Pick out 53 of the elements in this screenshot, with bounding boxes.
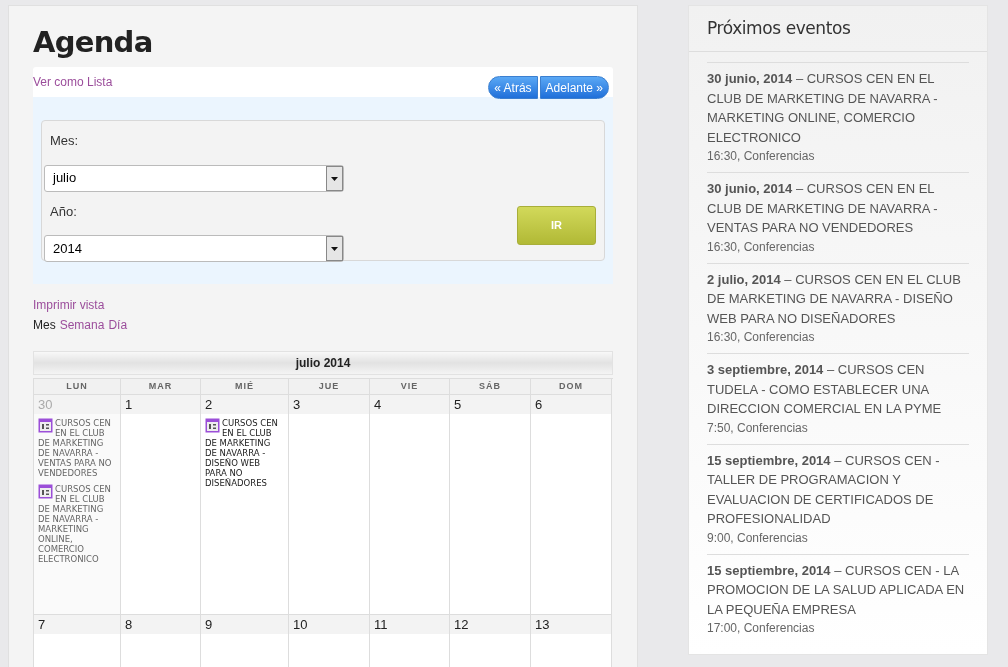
day-number: 12 [450,615,530,634]
event-meta: 17:00, Conferencias [707,620,816,637]
weekday-header: DOM [531,379,612,395]
calendar-event[interactable]: CURSOS CEN EN EL CLUB DE MARKETING DE NAVARRA - DISEÑO WEB PARA NO DISEÑADORES [205,418,284,488]
day-number: 2 [201,395,288,414]
calendar-icon [205,418,220,433]
sidebar-title: Próximos eventos [707,16,851,40]
weekday-header: JUE [289,379,370,395]
day-number: 3 [289,395,369,414]
weekday-header: SÁB [450,379,531,395]
event-meta: 16:30, Conferencias [707,329,816,346]
event-meta: 16:30, Conferencias [707,238,816,256]
day-number: 4 [370,395,449,414]
calendar-title: julio 2014 [295,355,351,372]
event-title[interactable]: 15 septiembre, 2014 – CURSOS CEN - LA PROMOCION DE LA SALUD APLICADA EN LA PEQUEÑA EMPRESA [707,560,969,619]
calendar-icon [38,418,53,433]
list-view-link[interactable]: Ver como Lista [33,73,113,91]
event-meta: 16:30, Conferencias [707,148,816,165]
view-mode-link[interactable]: Mes [33,316,56,334]
day-number: 8 [121,615,200,634]
day-number: 7 [34,615,120,634]
field-label: Año: [50,202,78,221]
day-number: 11 [370,615,449,634]
event-title[interactable]: 2 julio, 2014 – CURSOS CEN EN EL CLUB DE MARKETING DE NAVARRA - DISEÑO WEB PARA NO DISEÑADORES [707,269,969,328]
day-number: 6 [531,395,611,414]
select-field[interactable]: julio [44,164,344,192]
day-number: 5 [450,395,530,414]
calendar-event[interactable]: CURSOS CEN EN EL CLUB DE MARKETING DE NAVARRA - MARKETING ONLINE, COMERCIO ELECTRONICO [38,484,116,564]
weekday-header: MAR [121,379,201,395]
field-label: Mes: [50,132,80,150]
event-title[interactable]: 30 junio, 2014 – CURSOS CEN EN EL CLUB DE MARKETING DE NAVARRA - VENTAS PARA NO VENDEDORES [707,179,969,238]
weekday-header: LUN [34,379,121,395]
view-mode-link[interactable]: Semana [59,316,105,334]
page-title: Agenda [33,24,154,61]
event-title[interactable]: 3 septiembre, 2014 – CURSOS CEN TUDELA - COMO ESTABLECER UNA DIRECCION COMERCIAL EN LA PYME [707,360,969,419]
event-meta: 9:00, Conferencias [707,529,809,547]
day-number: 13 [531,615,611,634]
previous-button[interactable]: « Atrás [488,76,538,99]
day-number: 9 [201,615,288,634]
day-number: 30 [34,395,120,414]
day-number: 1 [121,395,200,414]
next-button[interactable]: Adelante » [539,76,609,99]
view-mode-link[interactable]: Día [108,316,128,334]
calendar-icon [38,484,53,499]
event-meta: 7:50, Conferencias [707,419,809,437]
print-link[interactable]: Imprimir vista [33,296,613,314]
calendar-event[interactable]: CURSOS CEN EN EL CLUB DE MARKETING DE NAVARRA - VENTAS PARA NO VENDEDORES [38,418,116,478]
weekday-header: VIE [370,379,450,395]
event-title[interactable]: 15 septiembre, 2014 – CURSOS CEN - TALLER DE PROGRAMACION Y EVALUACION DE CERTIFICADOS DE PROFESIONALIDAD [707,450,969,529]
event-title[interactable]: 30 junio, 2014 – CURSOS CEN EN EL CLUB DE MARKETING DE NAVARRA - MARKETING ONLINE, COMERCIO ELECTRONICO [707,69,969,147]
day-number: 10 [289,615,369,634]
weekday-header: MIÉ [201,379,289,395]
select-field[interactable]: 2014 [44,235,344,262]
